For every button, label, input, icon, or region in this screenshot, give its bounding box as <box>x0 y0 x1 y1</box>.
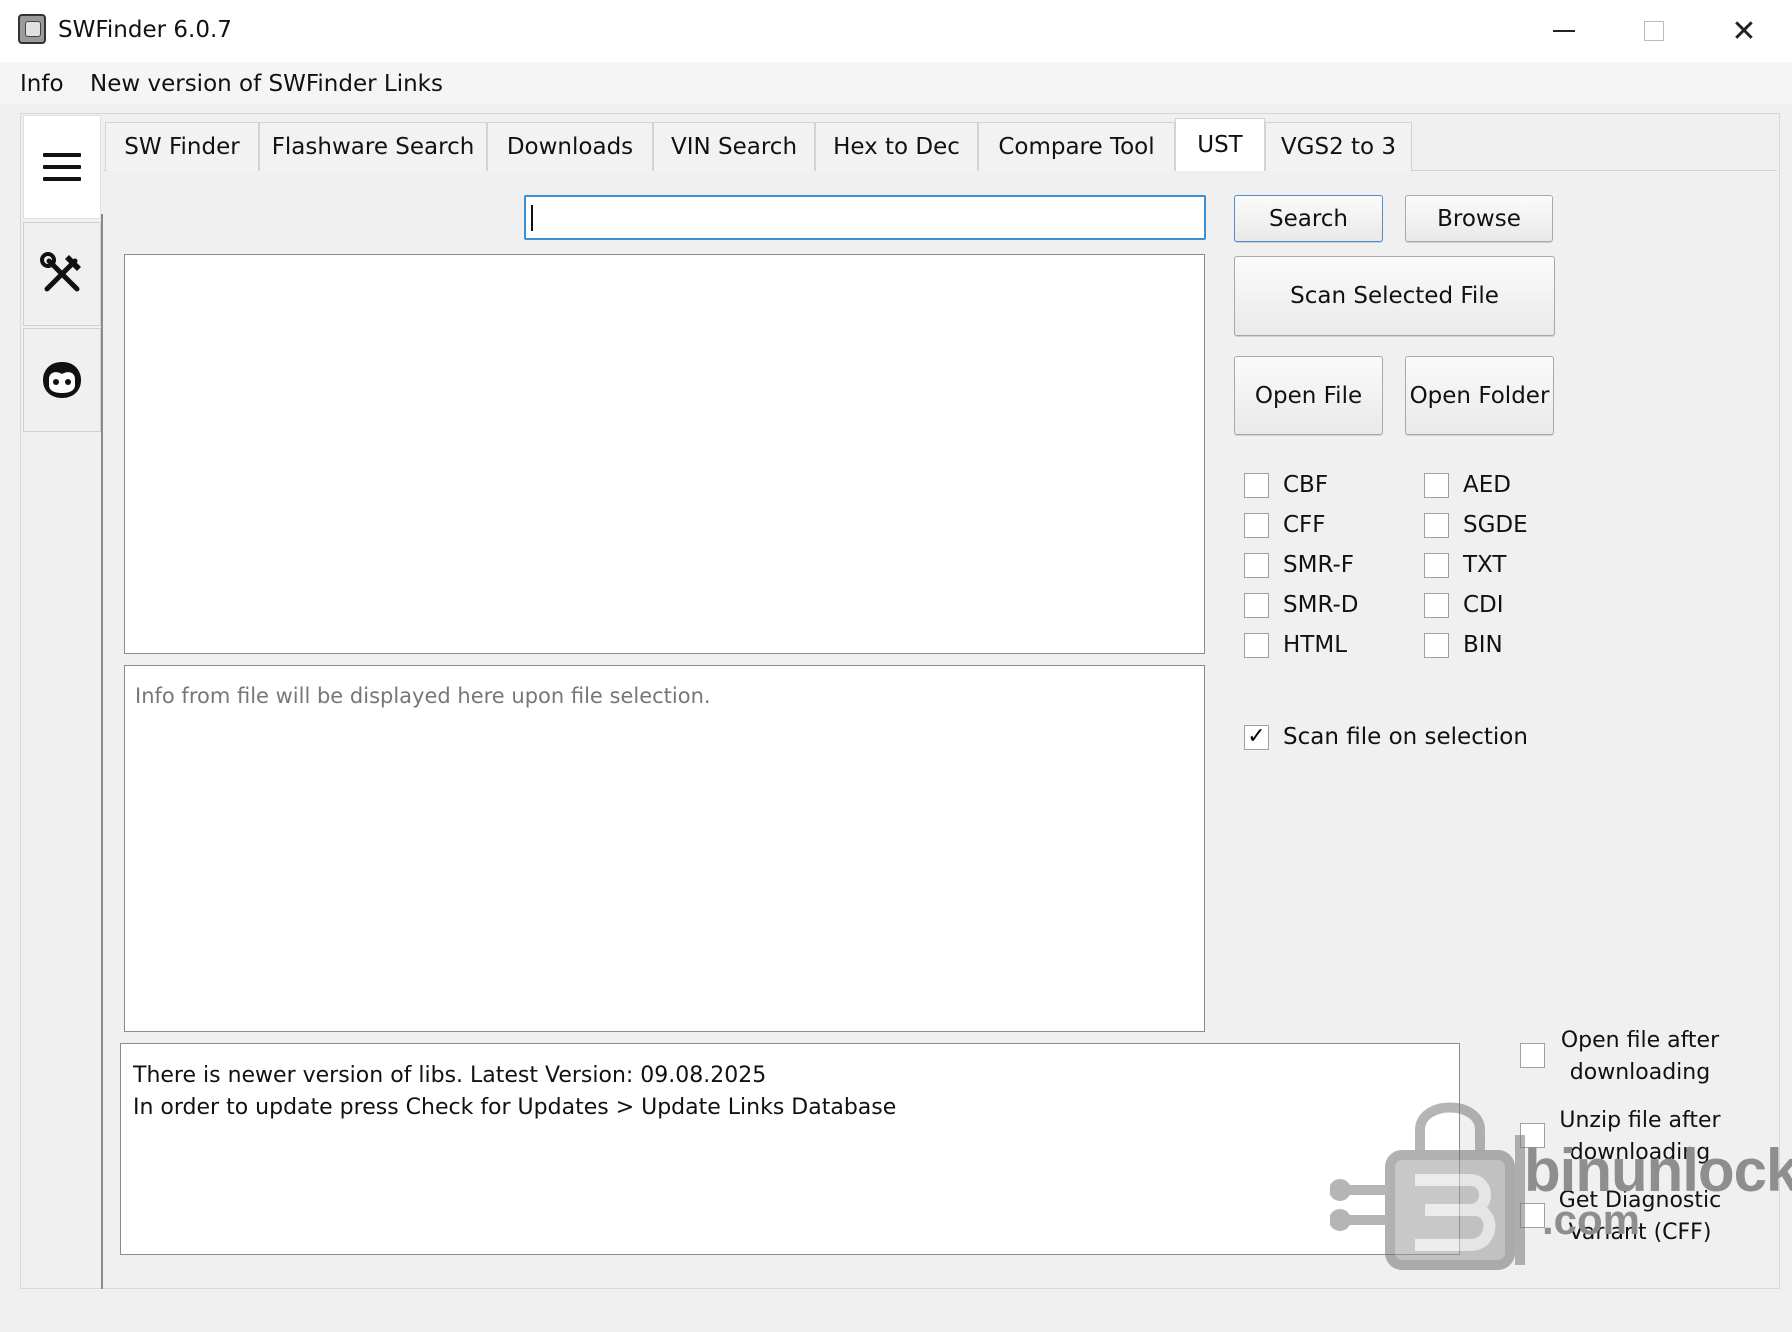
filter-cff[interactable]: CFF <box>1244 510 1359 540</box>
tab-sw-finder[interactable]: SW Finder <box>105 122 259 171</box>
scan-on-selection-option[interactable]: ✓ Scan file on selection <box>1244 722 1528 752</box>
menu-info[interactable]: Info <box>20 70 64 98</box>
tab-ust[interactable]: UST <box>1175 118 1265 171</box>
checkbox[interactable] <box>1424 632 1449 658</box>
maximize-button[interactable] <box>1608 0 1700 62</box>
checkbox-label: CFF <box>1283 512 1326 538</box>
checkbox-label: TXT <box>1463 552 1507 578</box>
checkbox[interactable] <box>1424 512 1449 538</box>
log-line: There is newer version of libs. Latest V… <box>133 1063 767 1088</box>
search-button[interactable]: Search <box>1234 195 1383 242</box>
filter-column-1: CBF CFF SMR-F SMR-D HTML <box>1244 470 1359 660</box>
checkbox-checked[interactable]: ✓ <box>1244 724 1269 750</box>
checkbox-label: SMR-D <box>1283 592 1359 618</box>
tab-compare-tool[interactable]: Compare Tool <box>978 122 1175 171</box>
tab-downloads[interactable]: Downloads <box>487 122 653 171</box>
checkbox[interactable] <box>1520 1043 1545 1068</box>
sidebar-tools-button[interactable] <box>23 222 101 326</box>
checkbox[interactable] <box>1244 552 1269 578</box>
checkbox[interactable] <box>1424 592 1449 618</box>
maximize-icon <box>1644 21 1664 41</box>
browse-button[interactable]: Browse <box>1405 195 1553 242</box>
close-button[interactable]: ✕ <box>1698 0 1790 62</box>
hamburger-menu-icon <box>43 153 81 181</box>
watermark-subtext: .com <box>1542 1196 1641 1243</box>
checkbox-label: SMR-F <box>1283 552 1355 578</box>
minimize-icon <box>1553 30 1575 32</box>
open-folder-button[interactable]: Open Folder <box>1405 356 1554 435</box>
sidebar-face-button[interactable] <box>23 328 101 432</box>
option-label: Open file after downloading <box>1555 1025 1725 1089</box>
menu-new-version-links[interactable]: New version of SWFinder Links <box>90 70 443 98</box>
search-input[interactable] <box>524 195 1206 240</box>
checkbox-label: CDI <box>1463 592 1504 618</box>
filter-bin[interactable]: BIN <box>1424 630 1528 660</box>
checkbox[interactable] <box>1424 552 1449 578</box>
checkbox-label: CBF <box>1283 472 1329 498</box>
filter-smr-f[interactable]: SMR-F <box>1244 550 1359 580</box>
open-file-button[interactable]: Open File <box>1234 356 1383 435</box>
file-list[interactable] <box>124 254 1205 654</box>
file-info-pane[interactable]: Info from file will be displayed here up… <box>124 665 1205 1032</box>
window-title: SWFinder 6.0.7 <box>58 17 232 43</box>
filter-html[interactable]: HTML <box>1244 630 1359 660</box>
app-icon <box>18 14 46 44</box>
filter-cdi[interactable]: CDI <box>1424 590 1528 620</box>
checkbox[interactable] <box>1244 472 1269 498</box>
sidebar-menu-button[interactable] <box>23 115 101 219</box>
tab-vin-search[interactable]: VIN Search <box>653 122 815 171</box>
log-pane[interactable]: There is newer version of libs. Latest V… <box>120 1043 1460 1255</box>
tab-vgs2-to-3[interactable]: VGS2 to 3 <box>1265 122 1412 171</box>
tab-hex-to-dec[interactable]: Hex to Dec <box>815 122 978 171</box>
scan-selected-file-button[interactable]: Scan Selected File <box>1234 256 1555 336</box>
tools-icon <box>40 252 81 292</box>
close-icon: ✕ <box>1731 13 1757 49</box>
text-caret <box>531 205 533 231</box>
checkbox[interactable] <box>1424 472 1449 498</box>
filter-sgde[interactable]: SGDE <box>1424 510 1528 540</box>
tab-flashware-search[interactable]: Flashware Search <box>259 122 487 171</box>
checkbox[interactable] <box>1244 632 1269 658</box>
filter-txt[interactable]: TXT <box>1424 550 1528 580</box>
checkbox-label: BIN <box>1463 632 1503 658</box>
face-icon <box>43 362 81 398</box>
filter-smr-d[interactable]: SMR-D <box>1244 590 1359 620</box>
filter-cbf[interactable]: CBF <box>1244 470 1359 500</box>
checkbox[interactable] <box>1244 592 1269 618</box>
watermark-text: binunlock <box>1524 1137 1792 1204</box>
filter-aed[interactable]: AED <box>1424 470 1528 500</box>
checkbox-label: Scan file on selection <box>1283 724 1528 750</box>
filter-column-2: AED SGDE TXT CDI BIN <box>1424 470 1528 660</box>
checkbox[interactable] <box>1244 512 1269 538</box>
option-label-line: Open file after <box>1560 1028 1720 1053</box>
checkbox-label: AED <box>1463 472 1511 498</box>
open-after-download-option[interactable]: Open file after downloading <box>1520 1025 1725 1089</box>
minimize-button[interactable] <box>1518 0 1610 62</box>
checkbox-label: SGDE <box>1463 512 1528 538</box>
sidebar-divider <box>101 214 103 1289</box>
log-line: In order to update press Check for Updat… <box>133 1095 897 1120</box>
checkbox-label: HTML <box>1283 632 1348 658</box>
